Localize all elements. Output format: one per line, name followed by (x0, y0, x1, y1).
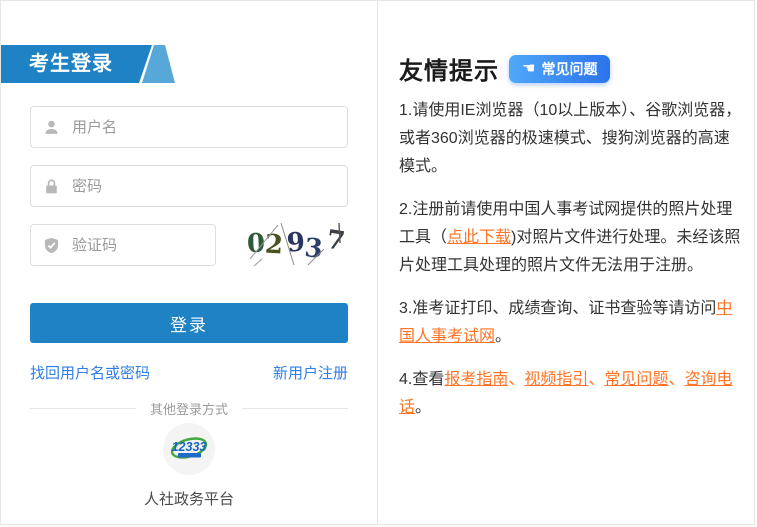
tips-panel: 友情提示 ☚ 常见问题 1.请使用IE浏览器（10以上版本）、谷歌浏览器，或者36… (378, 1, 755, 524)
pointing-hand-icon: ☚ (522, 61, 535, 76)
account-links-row: 找回用户名或密码 新用户注册 (30, 362, 348, 383)
tip-4-sep-2: 、 (588, 371, 604, 388)
other-login-label: 其他登录方式 (150, 399, 228, 418)
forgot-credentials-link[interactable]: 找回用户名或密码 (30, 362, 150, 383)
login-panel-title: 考生登录 (29, 45, 113, 83)
tip-4-text-a: 4.查看 (399, 371, 444, 388)
platform-label: 人社政务平台 (1, 488, 377, 509)
video-guide-link[interactable]: 视频指引 (524, 371, 588, 388)
divider-line-right (242, 408, 348, 409)
new-user-register-link[interactable]: 新用户注册 (273, 362, 348, 383)
login-panel: 考生登录 02937 (1, 1, 377, 524)
faq-button[interactable]: ☚ 常见问题 (509, 55, 610, 83)
login-button[interactable]: 登录 (30, 303, 348, 343)
other-login-divider: 其他登录方式 (30, 399, 348, 418)
captcha-input[interactable] (70, 236, 203, 255)
platform-login-option: 12333 人社政务平台 (1, 423, 377, 509)
lock-icon (43, 178, 60, 195)
username-field[interactable] (30, 106, 348, 148)
captcha-image[interactable]: 02937 (244, 221, 348, 267)
candidate-login-banner: 考生登录 (1, 45, 179, 83)
12333-logo[interactable]: 12333 (163, 423, 215, 475)
password-field[interactable] (30, 165, 348, 207)
tips-header: 友情提示 ☚ 常见问题 (399, 51, 610, 86)
shield-check-icon (43, 237, 60, 254)
tip-3: 3.准考证打印、成绩查询、证书查验等请访问中国人事考试网。 (399, 295, 743, 351)
tips-title: 友情提示 (399, 51, 499, 86)
exam-guide-link[interactable]: 报考指南 (444, 371, 508, 388)
tip-3-text-a: 3.准考证打印、成绩查询、证书查验等请访问 (399, 300, 716, 317)
download-photo-tool-link[interactable]: 点此下载 (447, 229, 511, 246)
tip-4: 4.查看报考指南、视频指引、常见问题、咨询电话。 (399, 366, 743, 422)
captcha-digits: 02937 (244, 221, 348, 267)
divider-line-left (30, 408, 136, 409)
tip-3-text-b: 。 (495, 328, 511, 345)
user-icon (43, 119, 60, 136)
faq-link[interactable]: 常见问题 (604, 371, 668, 388)
logo-12333-text: 12333 (172, 440, 207, 454)
tip-4-sep-3: 、 (668, 371, 684, 388)
username-input[interactable] (70, 118, 335, 137)
tip-4-text-b: 。 (415, 399, 431, 416)
captcha-field[interactable] (30, 224, 216, 266)
tips-list: 1.请使用IE浏览器（10以上版本）、谷歌浏览器，或者360浏览器的极速模式、搜… (399, 97, 743, 437)
tip-1: 1.请使用IE浏览器（10以上版本）、谷歌浏览器，或者360浏览器的极速模式、搜… (399, 97, 743, 181)
tip-2: 2.注册前请使用中国人事考试网提供的照片处理工具（点此下载)对照片文件进行处理。… (399, 196, 743, 280)
tip-4-sep-1: 、 (508, 371, 524, 388)
exam-login-page: 考生登录 02937 (0, 0, 755, 525)
faq-button-label: 常见问题 (541, 59, 597, 79)
tip-1-text: 1.请使用IE浏览器（10以上版本）、谷歌浏览器，或者360浏览器的极速模式、搜… (399, 102, 741, 175)
password-input[interactable] (70, 177, 335, 196)
